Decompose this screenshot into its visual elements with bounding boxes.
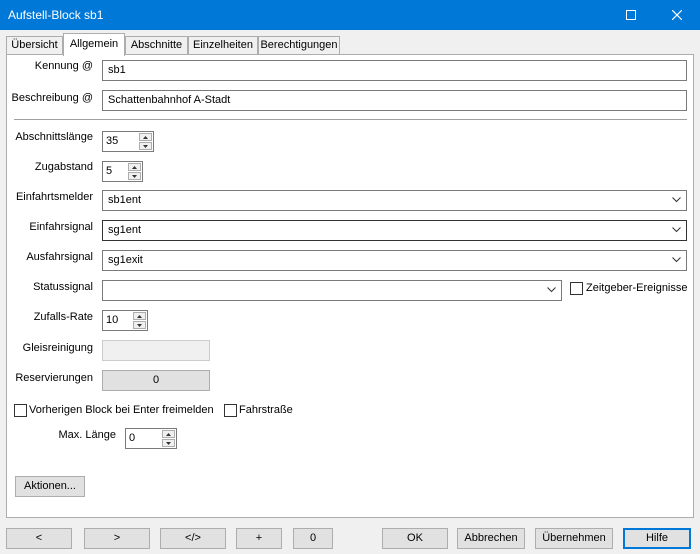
beschreibung-label: Beschreibung @ — [11, 92, 94, 104]
vorherigen-block-checkbox[interactable] — [14, 404, 27, 417]
gleisreinigung-label: Gleisreinigung — [22, 342, 93, 354]
ausfahrsignal-label: Ausfahrsignal — [26, 251, 93, 263]
einfahrtsmelder-label: Einfahrtsmelder — [15, 191, 93, 203]
einfahrsignal-value: sg1ent — [108, 224, 142, 236]
reservierungen-value: 0 — [102, 370, 210, 391]
spin-down-button[interactable] — [133, 321, 146, 329]
zufallsrate-value: 10 — [106, 314, 119, 326]
fahrstrasse-label: Fahrstraße — [239, 404, 293, 416]
next-button[interactable]: > — [84, 528, 150, 549]
zufallsrate-label: Zufalls-Rate — [33, 311, 93, 323]
chevron-down-icon — [672, 257, 681, 263]
help-button[interactable]: Hilfe — [623, 528, 691, 549]
tab-allgemein[interactable]: Allgemein — [63, 33, 125, 56]
tab-abschnitte[interactable]: Abschnitte — [125, 36, 188, 55]
zugabstand-value: 5 — [106, 165, 113, 177]
abschnittslaenge-label: Abschnittslänge — [15, 131, 93, 143]
cancel-button[interactable]: Abbrechen — [457, 528, 525, 549]
maximize-icon — [626, 10, 636, 20]
title-bar: Aufstell-Block sb1 — [0, 0, 700, 30]
beschreibung-input[interactable]: Schattenbahnhof A-Stadt — [102, 90, 687, 111]
apply-button[interactable]: Übernehmen — [535, 528, 613, 549]
arrow-down-icon — [143, 144, 148, 148]
zero-button[interactable]: 0 — [293, 528, 333, 549]
aktionen-button[interactable]: Aktionen... — [15, 476, 85, 497]
zugabstand-spinner[interactable]: 5 — [102, 161, 143, 182]
ausfahrsignal-select[interactable]: sg1exit — [102, 250, 687, 271]
plus-button[interactable]: + — [236, 528, 282, 549]
tab-einzelheiten[interactable]: Einzelheiten — [188, 36, 258, 55]
zugabstand-label: Zugabstand — [34, 161, 93, 173]
separator — [14, 119, 687, 120]
arrow-down-icon — [137, 323, 142, 327]
einfahrtsmelder-value: sb1ent — [108, 194, 142, 206]
spin-down-button[interactable] — [139, 142, 152, 150]
kennung-input[interactable]: sb1 — [102, 60, 687, 81]
einfahrtsmelder-select[interactable]: sb1ent — [102, 190, 687, 211]
arrow-up-icon — [143, 135, 148, 139]
window-title: Aufstell-Block sb1 — [8, 8, 104, 22]
arrow-up-icon — [137, 314, 142, 318]
zufallsrate-spinner[interactable]: 10 — [102, 310, 148, 331]
tab-berechtigungen[interactable]: Berechtigungen — [258, 36, 340, 55]
spin-up-button[interactable] — [133, 312, 146, 320]
arrow-down-icon — [132, 174, 137, 178]
spin-up-button[interactable] — [139, 133, 152, 141]
statussignal-select[interactable] — [102, 280, 562, 301]
spin-up-button[interactable] — [162, 430, 175, 438]
tab-panel-allgemein: Kennung @ sb1 Beschreibung @ Schattenbah… — [6, 54, 694, 518]
reservierungen-label: Reservierungen — [15, 372, 93, 384]
spin-down-button[interactable] — [162, 439, 175, 447]
zeitgeber-label: Zeitgeber-Ereignisse — [586, 282, 688, 294]
close-button[interactable] — [654, 0, 700, 30]
close-icon — [672, 10, 682, 20]
arrow-up-icon — [166, 432, 171, 436]
arrow-down-icon — [166, 441, 171, 445]
spin-up-button[interactable] — [128, 163, 141, 171]
maxlaenge-value: 0 — [129, 432, 136, 444]
einfahrsignal-select[interactable]: sg1ent — [102, 220, 687, 241]
code-button[interactable]: </> — [160, 528, 226, 549]
chevron-down-icon — [547, 287, 556, 293]
statussignal-label: Statussignal — [33, 281, 93, 293]
ausfahrsignal-value: sg1exit — [108, 254, 143, 266]
spin-down-button[interactable] — [128, 172, 141, 180]
maxlaenge-label: Max. Länge — [58, 429, 116, 441]
chevron-down-icon — [672, 197, 681, 203]
ok-button[interactable]: OK — [382, 528, 448, 549]
fahrstrasse-checkbox[interactable] — [224, 404, 237, 417]
abschnittslaenge-value: 35 — [106, 135, 119, 147]
kennung-label: Kennung @ — [34, 60, 93, 72]
arrow-up-icon — [132, 165, 137, 169]
tab-uebersicht[interactable]: Übersicht — [6, 36, 63, 55]
vorherigen-block-label: Vorherigen Block bei Enter freimelden — [29, 404, 214, 416]
zeitgeber-checkbox[interactable] — [570, 282, 583, 295]
chevron-down-icon — [672, 227, 681, 233]
gleisreinigung-input — [102, 340, 210, 361]
einfahrsignal-label: Einfahrsignal — [29, 221, 93, 233]
abschnittslaenge-spinner[interactable]: 35 — [102, 131, 154, 152]
maximize-button[interactable] — [608, 0, 654, 30]
maxlaenge-spinner[interactable]: 0 — [125, 428, 177, 449]
prev-button[interactable]: < — [6, 528, 72, 549]
